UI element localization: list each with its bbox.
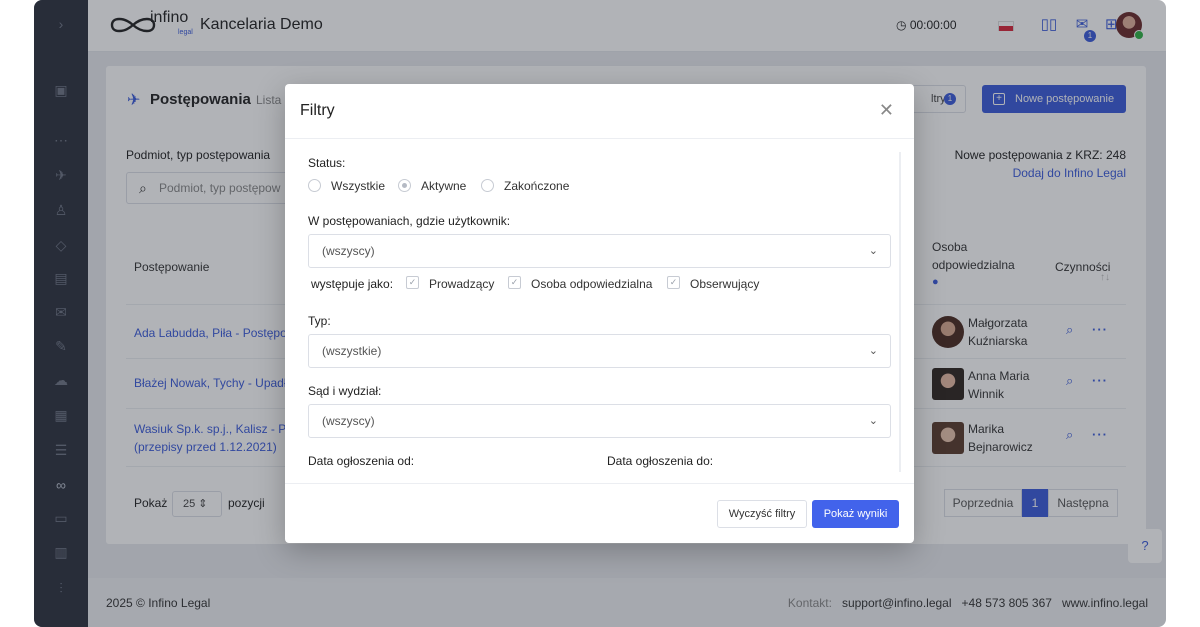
court-select-value: (wszyscy)	[322, 414, 375, 428]
type-select-value: (wszystkie)	[322, 344, 382, 358]
show-results-button[interactable]: Pokaż wyniki	[812, 500, 899, 528]
modal-footer: Wyczyść filtry Pokaż wyniki	[285, 483, 914, 543]
radio-all[interactable]	[308, 179, 321, 192]
checkbox-observer-label[interactable]: Obserwujący	[690, 277, 759, 291]
modal-scrollbar[interactable]	[899, 152, 901, 472]
radio-active-label[interactable]: Aktywne	[421, 179, 466, 193]
chevron-down-icon: ⌄	[868, 245, 878, 257]
filters-modal: Filtry ✕ Status: Wszystkie Aktywne Zakoń…	[285, 84, 914, 543]
court-label: Sąd i wydział:	[308, 384, 382, 398]
radio-finished[interactable]	[481, 179, 494, 192]
modal-title: Filtry	[300, 102, 335, 119]
checkbox-lead[interactable]: ✓	[406, 276, 419, 289]
chevron-down-icon: ⌄	[868, 415, 878, 427]
checkbox-observer[interactable]: ✓	[667, 276, 680, 289]
court-select[interactable]: (wszyscy) ⌄	[308, 404, 891, 438]
close-icon[interactable]: ✕	[879, 100, 894, 121]
radio-active[interactable]	[398, 179, 411, 192]
status-label: Status:	[308, 156, 346, 170]
app-window: › ▣ ⋯ ✈ ♙ ◇ ▤ ✉ ✎ ☁ ▦ ☰ ∞ ▭ ▥ ⫶ infino l…	[34, 0, 1166, 627]
radio-finished-label[interactable]: Zakończone	[504, 179, 569, 193]
radio-all-label[interactable]: Wszystkie	[331, 179, 385, 193]
modal-header: Filtry ✕	[285, 84, 914, 139]
clear-filters-button[interactable]: Wyczyść filtry	[717, 500, 807, 528]
user-filter-label: W postępowaniach, gdzie użytkownik:	[308, 214, 511, 228]
user-select-value: (wszyscy)	[322, 244, 375, 258]
user-select[interactable]: (wszyscy) ⌄	[308, 234, 891, 268]
date-from-label: Data ogłoszenia od:	[308, 454, 415, 468]
type-label: Typ:	[308, 314, 331, 328]
type-select[interactable]: (wszystkie) ⌄	[308, 334, 891, 368]
chevron-down-icon: ⌄	[868, 345, 878, 357]
checkbox-responsible-label[interactable]: Osoba odpowiedzialna	[531, 277, 652, 291]
checkbox-responsible[interactable]: ✓	[508, 276, 521, 289]
checkbox-lead-label[interactable]: Prowadzący	[429, 277, 494, 291]
date-to-label: Data ogłoszenia do:	[607, 454, 714, 468]
role-label: występuje jako:	[311, 277, 394, 291]
